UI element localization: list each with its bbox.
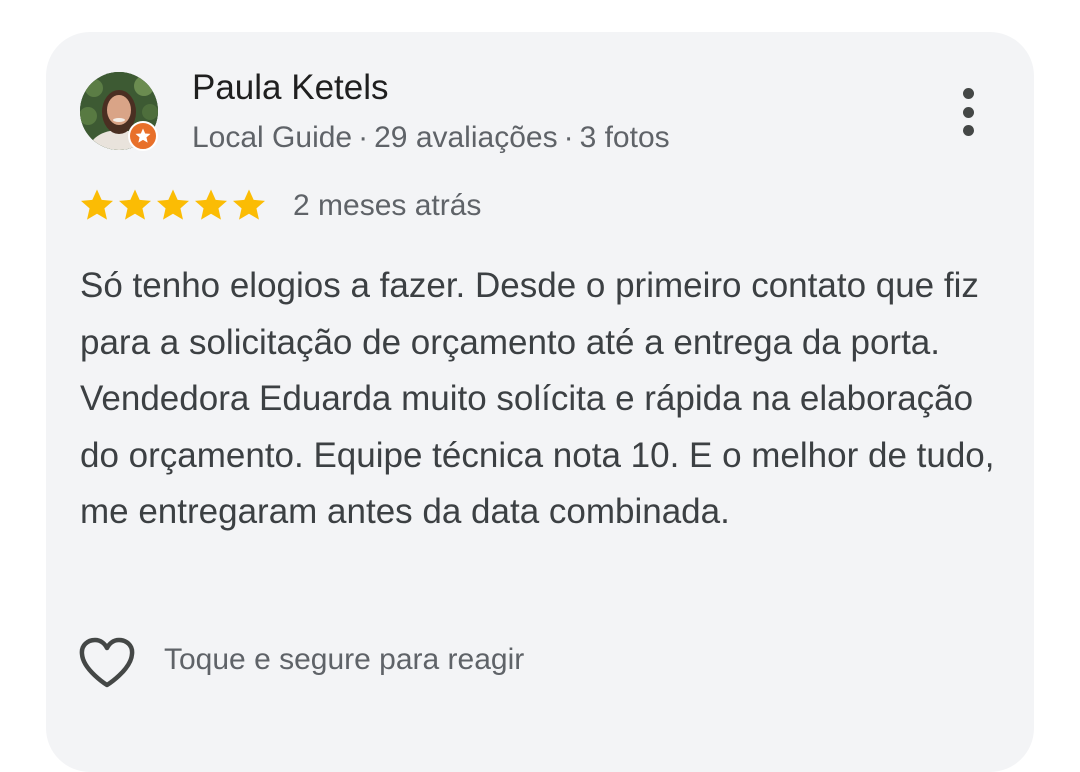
react-label: Toque e segure para reagir bbox=[164, 643, 525, 676]
more-vert-icon bbox=[962, 88, 974, 99]
more-options-button[interactable] bbox=[950, 84, 986, 140]
reviewer-level: Local Guide bbox=[192, 121, 353, 154]
local-guide-badge-icon bbox=[128, 121, 158, 151]
reviewer-meta: Local Guide · 29 avaliações · 3 fotos bbox=[192, 118, 670, 158]
react-button[interactable] bbox=[78, 636, 136, 690]
star-icon bbox=[233, 189, 265, 220]
reviewer-review-count: 29 avaliações bbox=[374, 121, 558, 154]
meta-separator: · bbox=[358, 121, 369, 154]
reviewer-photo-count: 3 fotos bbox=[579, 121, 670, 154]
review-time: 2 meses atrás bbox=[293, 189, 482, 222]
star-icon bbox=[119, 189, 151, 220]
star-rating bbox=[78, 186, 268, 224]
more-vert-icon bbox=[962, 125, 974, 136]
star-icon bbox=[157, 189, 189, 220]
star-icon bbox=[195, 189, 227, 220]
more-vert-icon bbox=[962, 106, 974, 118]
reviewer-name[interactable]: Paula Ketels bbox=[192, 66, 389, 110]
meta-separator: · bbox=[563, 121, 574, 154]
review-text: Só tenho elogios a fazer. Desde o primei… bbox=[80, 266, 995, 531]
heart-outline-icon bbox=[79, 637, 135, 688]
star-icon bbox=[81, 189, 113, 220]
